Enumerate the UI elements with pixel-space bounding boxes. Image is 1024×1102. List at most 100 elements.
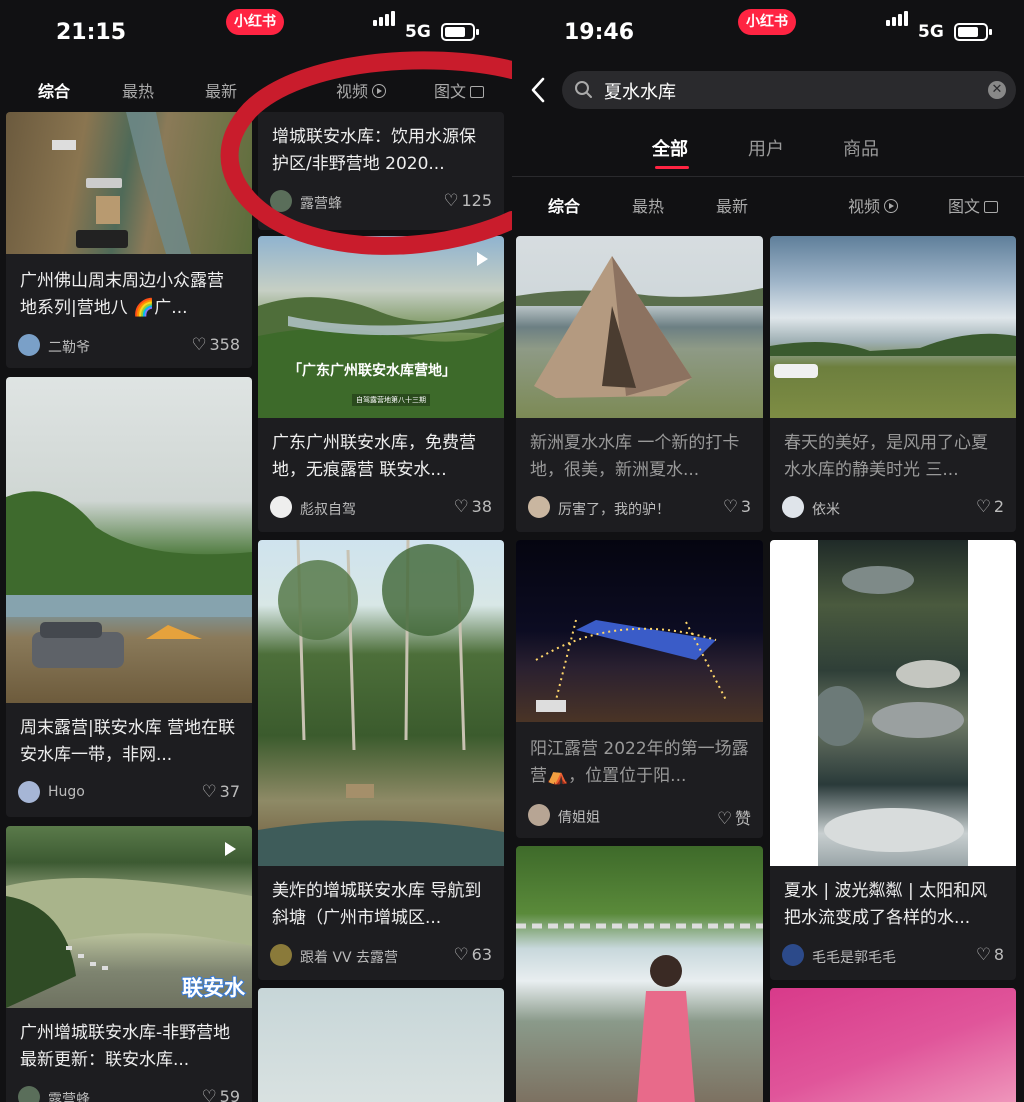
note-thumbnail	[516, 236, 763, 418]
note-thumbnail	[6, 377, 252, 703]
avatar	[782, 496, 804, 518]
tab-video[interactable]: 视频	[336, 78, 387, 102]
author-name[interactable]: 毛毛是郭毛毛	[812, 947, 896, 967]
note-card[interactable]: 广州佛山周末周边小众露营地系列|营地八 🌈广... 二勒爷 ♡ 358	[6, 112, 252, 368]
like-count[interactable]: ♡ 38	[454, 497, 492, 517]
like-count[interactable]: ♡ 358	[191, 335, 240, 355]
image-icon	[984, 201, 999, 213]
tab-comprehensive[interactable]: 综合	[38, 78, 70, 102]
heart-icon: ♡	[975, 945, 992, 965]
note-meta: 依米 ♡ 2	[782, 496, 1004, 520]
app-logo: 小红书	[738, 9, 796, 35]
note-thumbnail	[516, 540, 763, 722]
photo	[818, 540, 968, 866]
tab-comprehensive[interactable]: 综合	[548, 193, 580, 217]
tab-products[interactable]: 商品	[843, 135, 879, 161]
note-title: 广州增城联安水库-非野营地 最新更新：联安水库...	[20, 1023, 231, 1070]
tab-all[interactable]: 全部	[652, 135, 688, 161]
author-name[interactable]: 二勒爷	[48, 337, 90, 357]
note-thumbnail	[6, 112, 252, 254]
like-number: 赞	[734, 809, 751, 828]
battery-icon	[954, 23, 992, 41]
like-number: 37	[219, 782, 240, 801]
note-card[interactable]: 周末露营|联安水库 营地在联安水库一带，非网... Hugo ♡ 37	[6, 377, 252, 817]
note-card[interactable]: 阳江露营 2022年的第一场露营⛺，位置位于阳... 倩姐姐 ♡ 赞	[516, 540, 763, 838]
like-count[interactable]: ♡ 63	[454, 945, 492, 965]
like-number: 358	[209, 335, 240, 354]
like-number: 59	[219, 1087, 240, 1102]
note-card[interactable]: 「广东广州联安水库营地」 自驾露营地第八十三期 广东广州联安水库，免费营地，无痕…	[258, 236, 504, 532]
image-icon	[470, 86, 485, 98]
heart-icon: ♡	[201, 782, 217, 802]
play-circle-icon	[372, 84, 387, 98]
author-name[interactable]: 露营蜂	[300, 193, 342, 213]
note-title: 增城联安水库：饮用水源保护区/非野营地 2020...	[272, 127, 476, 174]
like-number: 8	[993, 945, 1004, 964]
author-name[interactable]: 彪叔自驾	[300, 499, 356, 519]
note-card[interactable]	[516, 846, 763, 1102]
tab-users[interactable]: 用户	[748, 135, 784, 161]
like-count[interactable]: ♡ 赞	[717, 805, 751, 829]
clear-icon[interactable]: ✕	[988, 81, 1006, 99]
note-title: 广州佛山周末周边小众露营地系列|营地八 🌈广...	[20, 271, 224, 318]
tab-video-label: 视频	[848, 197, 881, 216]
play-circle-icon	[884, 199, 899, 213]
author-name[interactable]: 厉害了，我的驴！	[558, 499, 670, 519]
author-name[interactable]: 跟着 VV 去露营	[300, 947, 398, 967]
tab-latest[interactable]: 最新	[716, 193, 748, 217]
video-play-icon	[472, 250, 490, 268]
right-screenshot: 19:46 小红书 5G 夏水水库 ✕ 全部 用户 商品 综合 最热 最新 视频…	[512, 0, 1024, 1102]
note-meta: 露营蜂 ♡ 125	[270, 190, 492, 214]
note-card[interactable]	[770, 988, 1016, 1102]
back-arrow-icon[interactable]	[528, 76, 548, 104]
heart-icon: ♡	[722, 497, 739, 517]
status-time: 21:15	[56, 20, 127, 45]
tab-hottest[interactable]: 最热	[632, 193, 664, 217]
note-meta: 倩姐姐 ♡ 赞	[528, 804, 751, 829]
note-card[interactable]: 夏水 | 波光粼粼 | 太阳和风把水流变成了各样的水... 毛毛是郭毛毛 ♡ 8	[770, 540, 1016, 980]
like-number: 63	[471, 945, 492, 964]
avatar	[270, 944, 292, 966]
note-card[interactable]: 增城联安水库：饮用水源保护区/非野营地 2020... 露营蜂 ♡ 125	[258, 112, 504, 230]
filter-tabs: 综合 最热 最新 视频 图文	[512, 183, 1024, 223]
like-count[interactable]: ♡ 2	[976, 497, 1004, 517]
note-title: 周末露营|联安水库 营地在联安水库一带，非网...	[20, 718, 236, 765]
note-title: 春天的美好，是风用了心夏水水库的静美时光 三...	[784, 433, 988, 480]
author-name[interactable]: 露营蜂	[48, 1089, 90, 1102]
thumbnail-caption: 联安水	[181, 975, 246, 1001]
note-card[interactable]: 新洲夏水水库 一个新的打卡地，很美，新洲夏水... 厉害了，我的驴！ ♡ 3	[516, 236, 763, 532]
author-name[interactable]: 依米	[812, 499, 840, 519]
note-thumbnail: 「广东广州联安水库营地」 自驾露营地第八十三期	[258, 236, 504, 418]
tab-image-text[interactable]: 图文	[434, 78, 485, 102]
tab-image-text[interactable]: 图文	[948, 193, 999, 217]
note-card[interactable]	[258, 988, 504, 1102]
search-query: 夏水水库	[604, 82, 676, 103]
like-count[interactable]: ♡ 59	[202, 1087, 240, 1102]
tab-hottest[interactable]: 最热	[122, 78, 154, 102]
note-card[interactable]: 春天的美好，是风用了心夏水水库的静美时光 三... 依米 ♡ 2	[770, 236, 1016, 532]
author-name[interactable]: 倩姐姐	[558, 807, 600, 827]
note-title: 夏水 | 波光粼粼 | 太阳和风把水流变成了各样的水...	[784, 881, 988, 928]
note-meta: 厉害了，我的驴！ ♡ 3	[528, 496, 751, 520]
like-number: 38	[471, 497, 492, 516]
like-number: 3	[740, 497, 751, 516]
search-input[interactable]: 夏水水库 ✕	[562, 71, 1016, 109]
like-count[interactable]: ♡ 3	[723, 497, 751, 517]
note-thumbnail	[770, 236, 1016, 418]
heart-icon: ♡	[975, 497, 992, 517]
note-card[interactable]: 美炸的增城联安水库 导航到斜塘（广州市增城区... 跟着 VV 去露营 ♡ 63	[258, 540, 504, 980]
author-name[interactable]: Hugo	[48, 784, 85, 800]
note-meta: 二勒爷 ♡ 358	[18, 334, 240, 358]
like-count[interactable]: ♡ 125	[443, 191, 492, 211]
tab-video[interactable]: 视频	[848, 193, 899, 217]
tab-latest[interactable]: 最新	[205, 78, 237, 102]
like-count[interactable]: ♡ 37	[202, 782, 240, 802]
heart-icon: ♡	[191, 335, 207, 355]
like-number: 2	[993, 497, 1004, 516]
avatar	[18, 1086, 40, 1102]
search-icon	[575, 81, 592, 98]
heart-icon: ♡	[443, 191, 459, 211]
tab-video-label: 视频	[336, 82, 369, 101]
note-card[interactable]: 联安水 广州增城联安水库-非野营地 最新更新：联安水库... 露营蜂 ♡ 59	[6, 826, 252, 1102]
like-count[interactable]: ♡ 8	[976, 945, 1004, 965]
